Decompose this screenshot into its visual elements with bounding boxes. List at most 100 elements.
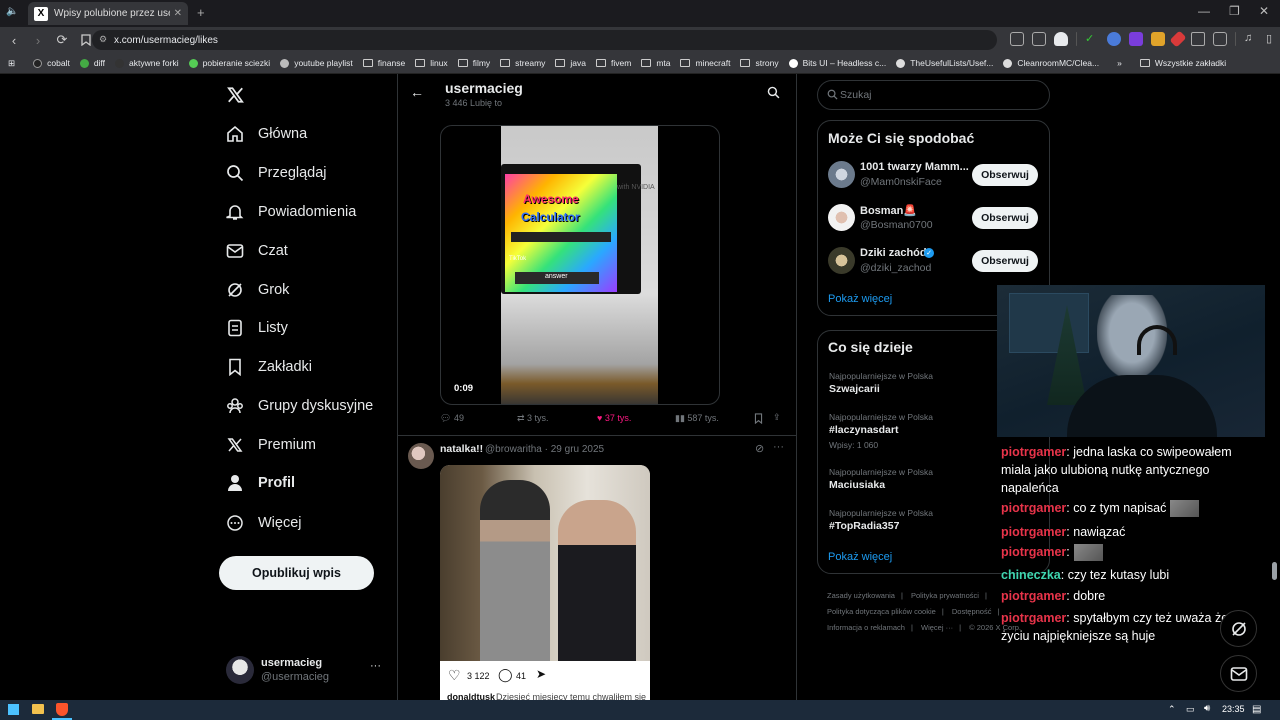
repost-button[interactable]: ⇄ 3 tys.: [517, 413, 549, 424]
nav-premium[interactable]: Premium: [226, 436, 316, 454]
account-more-icon[interactable]: ···: [370, 660, 381, 672]
extension-red-icon[interactable]: [1169, 30, 1187, 48]
browser-tab-active[interactable]: X Wpisy polubione przez usermacieg ✕: [28, 2, 188, 25]
back-arrow-icon[interactable]: ←: [410, 84, 424, 100]
suggestion-name[interactable]: 1001 twarzy Mamm...: [860, 161, 969, 173]
share-icon[interactable]: ⇪: [773, 412, 781, 423]
new-tab-button[interactable]: +: [197, 5, 205, 20]
tweet-author-name[interactable]: natalka!!: [440, 443, 483, 455]
check-extension-icon[interactable]: ✓: [1085, 32, 1099, 46]
search-input[interactable]: Szukaj: [817, 80, 1050, 110]
minimize-window-button[interactable]: —: [1198, 4, 1210, 18]
nav-home[interactable]: Główna: [226, 125, 307, 143]
bookmark-item[interactable]: CleanroomMC/Clea...: [1003, 58, 1099, 68]
publish-post-button[interactable]: Opublikuj wpis: [219, 556, 374, 590]
nav-communities[interactable]: Grupy dyskusyjne: [226, 397, 373, 415]
bookmark-icon[interactable]: [754, 413, 763, 424]
footer-link[interactable]: Polityka prywatności: [911, 591, 979, 600]
footer-link[interactable]: Zasady użytkowania: [827, 591, 895, 600]
like-button[interactable]: ♥ 37 tys.: [597, 413, 631, 423]
bookmark-item[interactable]: diff: [79, 58, 105, 68]
extension-blue-icon[interactable]: [1107, 32, 1121, 46]
nav-notifications[interactable]: Powiadomienia: [226, 203, 356, 221]
trend-name[interactable]: Maciusiaka: [829, 479, 885, 491]
avatar[interactable]: [408, 443, 434, 469]
screenshot-icon[interactable]: [1213, 32, 1227, 46]
bookmarks-overflow-icon[interactable]: »: [1117, 58, 1122, 68]
nav-more[interactable]: Więcej: [226, 514, 302, 532]
show-more-link[interactable]: Pokaż więcej: [828, 293, 892, 305]
trend-name[interactable]: #laczynasdart: [829, 424, 898, 436]
avatar[interactable]: [828, 247, 855, 274]
tab-close-icon[interactable]: ✕: [174, 8, 182, 19]
x-logo-icon[interactable]: [226, 86, 245, 104]
back-icon[interactable]: ‹: [4, 30, 24, 50]
grok-float-button[interactable]: [1220, 610, 1257, 647]
bookmark-folder[interactable]: mta: [641, 58, 670, 68]
sidebar-toggle-icon[interactable]: ▯: [1266, 32, 1280, 46]
scrollbar-thumb[interactable]: [1272, 562, 1277, 580]
grok-icon[interactable]: ⊘: [755, 442, 764, 455]
avatar[interactable]: [828, 161, 855, 188]
file-explorer-icon[interactable]: [32, 704, 44, 714]
reload-icon[interactable]: ⟳: [52, 30, 72, 50]
nav-bookmarks[interactable]: Zakładki: [226, 358, 312, 376]
follow-button[interactable]: Obserwuj: [972, 250, 1038, 272]
follow-button[interactable]: Obserwuj: [972, 164, 1038, 186]
restore-window-button[interactable]: ❐: [1229, 4, 1240, 18]
reply-button[interactable]: 💬︎ 49: [440, 413, 464, 424]
nav-chat[interactable]: Czat: [226, 242, 288, 260]
address-bar[interactable]: ⚙ x.com/usermacieg/likes: [92, 30, 997, 50]
footer-link[interactable]: Więcej ···: [921, 623, 953, 632]
all-bookmarks-folder[interactable]: Wszystkie zakładki: [1139, 58, 1226, 68]
trend-name[interactable]: #TopRadia357: [829, 520, 899, 532]
bookmark-item[interactable]: cobalt: [33, 58, 70, 68]
media-control-icon[interactable]: ♫: [1244, 32, 1258, 46]
messages-float-button[interactable]: [1220, 655, 1257, 692]
notifications-icon[interactable]: ▤: [1252, 704, 1261, 715]
tweet-more-icon[interactable]: ···: [773, 441, 784, 453]
extension-purple-icon[interactable]: [1129, 32, 1143, 46]
footer-link[interactable]: Polityka dotycząca plików cookie: [827, 607, 936, 616]
views-count[interactable]: ▮▮ 587 tys.: [675, 413, 719, 424]
site-settings-icon[interactable]: ⚙: [99, 34, 107, 45]
bookmark-folder[interactable]: strony: [740, 58, 779, 68]
footer-link[interactable]: Informacja o reklamach: [827, 623, 905, 632]
follow-button[interactable]: Obserwuj: [972, 207, 1038, 229]
bookmark-item[interactable]: TheUsefulLists/Usef...: [896, 58, 993, 68]
nav-explore[interactable]: Przeglądaj: [226, 164, 327, 182]
suggestion-name[interactable]: Dziki zachód: [860, 247, 927, 259]
share-icon[interactable]: [1032, 32, 1046, 46]
network-icon[interactable]: ▭: [1186, 704, 1195, 715]
close-window-button[interactable]: ✕: [1259, 4, 1269, 18]
trend-name[interactable]: Szwajcarii: [829, 383, 880, 395]
nav-grok[interactable]: Grok: [226, 281, 289, 299]
brave-browser-icon[interactable]: [56, 703, 68, 716]
bookmark-folder[interactable]: finanse: [362, 58, 405, 68]
bookmark-folder[interactable]: streamy: [500, 58, 545, 68]
bookmark-item[interactable]: pobieranie sciezki: [188, 58, 270, 68]
nav-profile[interactable]: Profil: [226, 474, 295, 492]
avatar[interactable]: [828, 204, 855, 231]
volume-icon[interactable]: 🔊︎: [1204, 703, 1210, 714]
bookmark-folder[interactable]: minecraft: [680, 58, 730, 68]
tray-chevron-icon[interactable]: ⌃: [1168, 704, 1176, 715]
nav-lists[interactable]: Listy: [226, 319, 288, 337]
tweet-video[interactable]: Awesome Calculator TikTok answer with NV…: [440, 125, 720, 405]
bookmark-item[interactable]: Bits UI – Headless c...: [788, 58, 886, 68]
footer-link[interactable]: Dostępność: [952, 607, 992, 616]
tab-audio-icon[interactable]: 🔈: [6, 6, 18, 17]
bookmark-item[interactable]: youtube playlist: [280, 58, 353, 68]
forward-icon[interactable]: ›: [28, 30, 48, 50]
clock[interactable]: 23:35: [1222, 704, 1245, 714]
cast-icon[interactable]: [1010, 32, 1024, 46]
bookmark-item[interactable]: aktywne forki: [115, 58, 179, 68]
apps-grid-icon[interactable]: ⊞: [8, 58, 15, 69]
bookmark-folder[interactable]: linux: [415, 58, 448, 68]
shield-icon[interactable]: [1054, 32, 1068, 46]
bookmark-folder[interactable]: fivem: [596, 58, 631, 68]
extension-yellow-icon[interactable]: [1151, 32, 1165, 46]
extensions-puzzle-icon[interactable]: [1191, 32, 1205, 46]
start-button-icon[interactable]: [8, 704, 19, 715]
tweet-image[interactable]: ♡ 3 122 ◯ 41 ➤ donaldtusk Dziesięć miesi…: [440, 465, 650, 700]
